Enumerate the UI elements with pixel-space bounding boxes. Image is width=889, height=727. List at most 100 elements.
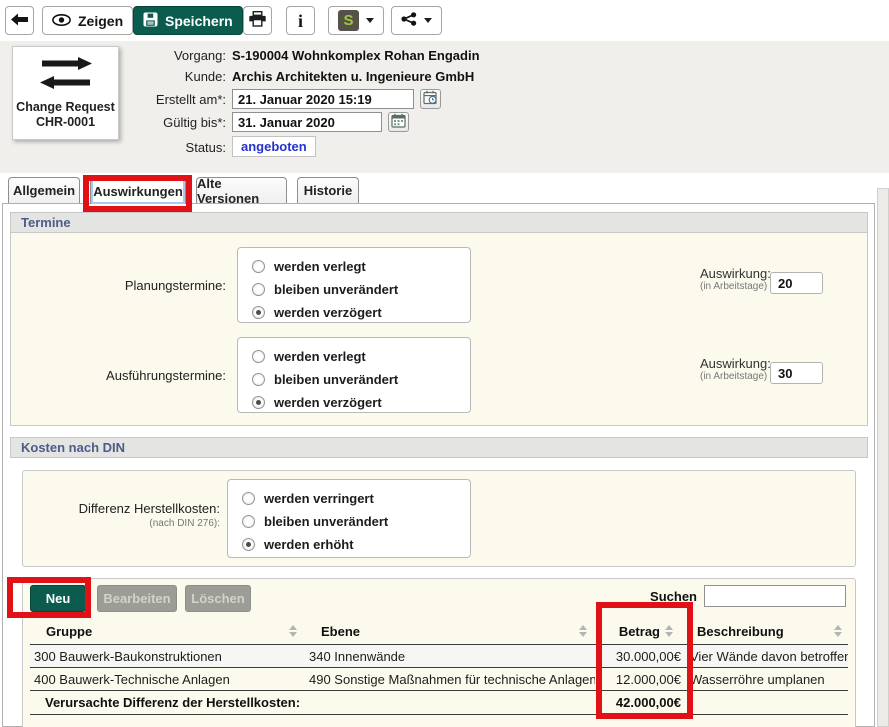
vorgang-label: Vorgang:	[10, 48, 226, 63]
radio-icon[interactable]	[242, 492, 255, 505]
radio-selected-icon[interactable]	[252, 306, 265, 319]
differenz-radiogroup: werden verringert bleiben unverändert we…	[227, 479, 471, 558]
status-badge[interactable]: angeboten	[232, 136, 316, 157]
chevron-down-icon	[366, 18, 374, 23]
radio-option[interactable]: werden verringert	[242, 487, 470, 510]
kosten-section-header: Kosten nach DIN	[10, 437, 868, 458]
auswirkung-unit: (in Arbeitstage)	[700, 281, 771, 292]
column-header-ebene[interactable]: Ebene	[305, 624, 595, 639]
kunde-value: Archis Architekten u. Ingenieure GmbH	[232, 69, 474, 84]
auswirkung-unit: (in Arbeitstage)	[700, 371, 771, 382]
column-label: Ebene	[321, 624, 360, 639]
suchen-label: Suchen	[600, 589, 697, 604]
neu-button[interactable]: Neu	[30, 585, 86, 612]
tab-alte-versionen[interactable]: Alte Versionen	[196, 177, 287, 203]
vorgang-value: S-190004 Wohnkomplex Rohan Engadin	[232, 48, 480, 63]
date-picker-button[interactable]	[388, 112, 409, 132]
sort-icon[interactable]	[289, 625, 297, 637]
info-button[interactable]: i	[286, 6, 315, 35]
radio-icon[interactable]	[252, 283, 265, 296]
column-header-gruppe[interactable]: Gruppe	[30, 624, 305, 639]
sort-icon[interactable]	[834, 625, 842, 637]
ausfuehrungstermine-radiogroup: werden verlegt bleiben unverändert werde…	[237, 337, 471, 413]
table-footer-row: Verursachte Differenz der Herstellkosten…	[30, 691, 848, 715]
tab-historie[interactable]: Historie	[297, 177, 359, 203]
info-icon: i	[298, 12, 303, 30]
table-row[interactable]: 300 Bauwerk-Baukonstruktionen 340 Innenw…	[30, 645, 848, 668]
radio-label: werden verringert	[264, 491, 374, 506]
tab-auswirkungen[interactable]: Auswirkungen	[90, 177, 186, 204]
ausfuehrung-auswirkung-input[interactable]	[770, 362, 823, 384]
zeigen-button[interactable]: Zeigen	[42, 6, 133, 35]
ausfuehrungstermine-label: Ausführungstermine:	[10, 368, 226, 383]
footer-total: 42.000,00€	[595, 695, 685, 710]
radio-label: bleiben unverändert	[264, 514, 388, 529]
share-icon	[401, 12, 417, 29]
radio-selected-icon[interactable]	[242, 538, 255, 551]
planung-auswirkung-input[interactable]	[770, 272, 823, 294]
auswirkung-label: Auswirkung: (in Arbeitstage)	[700, 356, 771, 382]
radio-option[interactable]: bleiben unverändert	[242, 510, 470, 533]
radio-option[interactable]: werden verzögert	[252, 301, 470, 324]
radio-icon[interactable]	[242, 515, 255, 528]
radio-selected-icon[interactable]	[252, 396, 265, 409]
erstellt-am-label: Erstellt am*:	[10, 92, 226, 107]
cell-beschreibung: Wasserröhre umplanen	[685, 672, 848, 687]
bearbeiten-button[interactable]: Bearbeiten	[97, 585, 177, 612]
change-request-page: Zeigen Speichern i S Change Request CHR-…	[0, 0, 889, 727]
speichern-label: Speichern	[165, 13, 233, 29]
share-dropdown-button[interactable]	[391, 6, 442, 35]
radio-icon[interactable]	[252, 373, 265, 386]
radio-icon[interactable]	[252, 350, 265, 363]
radio-label: werden erhöht	[264, 537, 354, 552]
radio-label: werden verzögert	[274, 305, 382, 320]
calendar-icon	[391, 113, 406, 131]
cell-ebene: 340 Innenwände	[305, 649, 595, 664]
radio-label: bleiben unverändert	[274, 282, 398, 297]
speichern-button[interactable]: Speichern	[133, 6, 243, 35]
cell-ebene: 490 Sonstige Maßnahmen für technische An…	[305, 672, 595, 687]
print-button[interactable]	[243, 6, 272, 35]
differenz-label: Differenz Herstellkosten:	[4, 501, 220, 516]
tab-allgemein[interactable]: Allgemein	[8, 177, 80, 203]
column-header-betrag[interactable]: Betrag	[595, 624, 685, 639]
sort-icon[interactable]	[665, 625, 673, 637]
column-label: Gruppe	[46, 624, 92, 639]
datetime-picker-button[interactable]	[420, 89, 441, 109]
radio-option[interactable]: werden verlegt	[252, 255, 470, 278]
column-header-beschreibung[interactable]: Beschreibung	[685, 624, 848, 639]
radio-icon[interactable]	[252, 260, 265, 273]
eye-icon	[52, 13, 71, 29]
radio-label: werden verzögert	[274, 395, 382, 410]
cell-gruppe: 300 Bauwerk-Baukonstruktionen	[30, 649, 305, 664]
footer-label: Verursachte Differenz der Herstellkosten…	[30, 695, 595, 710]
radio-option[interactable]: bleiben unverändert	[252, 368, 470, 391]
search-input[interactable]	[704, 585, 846, 607]
auswirkung-label-text: Auswirkung:	[700, 356, 771, 371]
table-header-row: Gruppe Ebene Betrag Beschreibung	[30, 618, 848, 645]
gueltig-bis-input[interactable]	[232, 112, 382, 132]
table-row[interactable]: 400 Bauwerk-Technische Anlagen 490 Sonst…	[30, 668, 848, 691]
erstellt-am-input[interactable]	[232, 89, 414, 109]
column-label: Beschreibung	[697, 624, 784, 639]
radio-option[interactable]: werden verlegt	[252, 345, 470, 368]
app-logo-dropdown-button[interactable]: S	[328, 6, 384, 35]
zeigen-label: Zeigen	[78, 13, 123, 29]
cell-beschreibung: Vier Wände davon betroffen	[685, 649, 848, 664]
app-logo-icon: S	[338, 10, 359, 31]
loeschen-button[interactable]: Löschen	[185, 585, 251, 612]
auswirkung-label-text: Auswirkung:	[700, 266, 771, 281]
differenz-sublabel: (nach DIN 276):	[4, 518, 220, 529]
sort-icon[interactable]	[579, 625, 587, 637]
back-button[interactable]	[5, 6, 34, 35]
kosten-table: Gruppe Ebene Betrag Beschreibung 300 Bau…	[30, 618, 848, 715]
vertical-scrollbar[interactable]	[877, 188, 889, 727]
cell-gruppe: 400 Bauwerk-Technische Anlagen	[30, 672, 305, 687]
radio-option[interactable]: werden erhöht	[242, 533, 470, 556]
radio-option[interactable]: werden verzögert	[252, 391, 470, 414]
radio-option[interactable]: bleiben unverändert	[252, 278, 470, 301]
radio-label: bleiben unverändert	[274, 372, 398, 387]
save-floppy-icon	[143, 12, 158, 30]
gueltig-bis-label: Gültig bis*:	[10, 115, 226, 130]
cell-betrag: 12.000,00€	[595, 672, 685, 687]
